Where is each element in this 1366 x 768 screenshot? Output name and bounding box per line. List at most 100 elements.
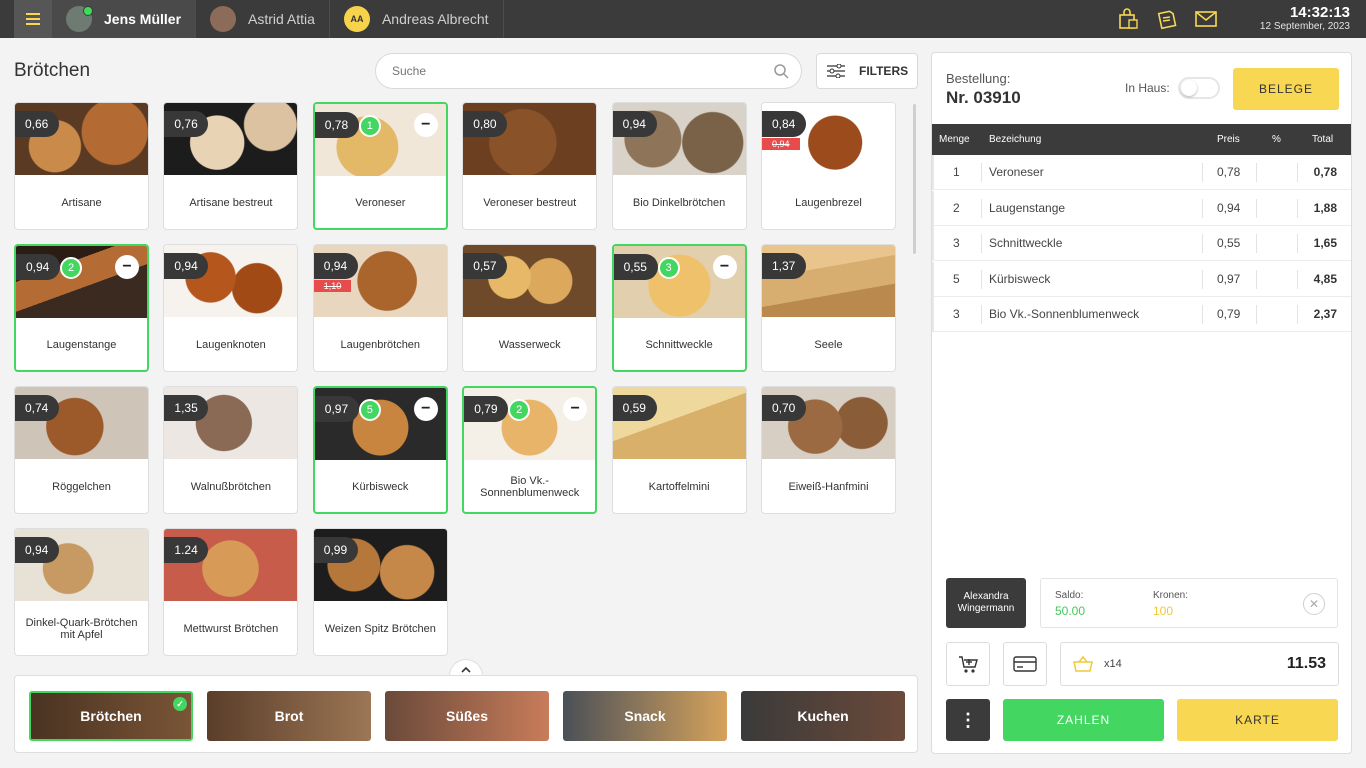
quantity-badge: 2 [60,257,82,279]
basket-icon [1073,655,1093,672]
search-icon[interactable] [773,63,789,79]
order-row[interactable]: 5 Kürbisweck 0,97 4,85 [932,261,1351,297]
more-options-button[interactable]: ⋮ [946,699,990,741]
product-card[interactable]: 0,97 5 − Kürbisweck [312,386,448,514]
order-row[interactable]: 2 Laugenstange 0,94 1,88 [932,190,1351,226]
col-percent: % [1272,134,1281,145]
order-row[interactable]: 3 Schnittweckle 0,55 1,65 [932,226,1351,261]
product-card[interactable]: 1,37 Seele [761,244,896,372]
divider [1297,305,1298,324]
category-tab[interactable]: Snack [563,691,727,741]
price-badge: 0,55 [613,254,658,280]
filters-button[interactable]: FILTERS [816,53,918,89]
kronen-value: 100 [1153,604,1174,618]
product-card[interactable]: 0,55 3 − Schnittweckle [611,244,747,372]
product-name: Veroneser bestreut [483,197,577,209]
card-payment-button[interactable] [1003,642,1047,686]
product-name: Wasserweck [498,339,561,351]
customer-button[interactable]: Alexandra Wingermann [946,578,1026,628]
product-name: Bio Vk.-Sonnenblumenweck [480,475,580,499]
product-card[interactable]: 0,79 2− Bio Vk.-Sonnenblumenweck [462,386,598,514]
product-card[interactable]: 0,74 Röggelchen [14,386,149,514]
row-name: Kürbisweck [989,271,1051,286]
divider [981,305,982,324]
divider [1297,269,1298,289]
product-card[interactable]: 0,76 Artisane bestreut [163,102,299,230]
avatar-initials: AA [350,14,364,24]
category-tab[interactable]: Kuchen [741,691,905,741]
divider [1297,198,1298,218]
product-card[interactable]: 0,94 1,10 Laugenbrötchen [312,244,448,372]
shopping-bag-icon [1118,8,1138,29]
minus-icon: − [421,116,431,133]
receipt-icon [1157,10,1176,30]
cart-plus-icon [959,656,978,673]
divider [1297,234,1298,253]
product-name: Laugenbrötchen [340,339,421,351]
check-icon: ✓ [173,697,187,711]
inhaus-toggle[interactable] [1178,77,1220,99]
category-tab[interactable]: Brot [207,691,371,741]
row-name: Schnittweckle [989,236,1063,250]
row-menge: 5 [953,271,960,286]
scrollbar[interactable] [913,104,916,254]
divider [1256,234,1257,253]
card-button[interactable]: KARTE [1177,699,1338,741]
user-tab-astrid[interactable]: Astrid Attia [196,0,330,38]
belege-button[interactable]: BELEGE [1233,68,1339,110]
row-name: Bio Vk.-Sonnenblumenweck [989,307,1140,321]
quantity-badge: 1 [358,115,381,137]
product-card[interactable]: 1.24 Mettwurst Brötchen [163,528,299,656]
pay-button[interactable]: ZAHLEN [1003,699,1164,741]
product-card[interactable]: 0,94 2 − Laugenstange [14,244,149,372]
minus-icon: − [122,258,132,275]
chevron-up-icon [461,666,471,673]
clock-time: 14:32:13 [1289,4,1350,21]
minus-icon: − [719,258,730,275]
row-preis: 0,94 [1217,200,1241,215]
product-card[interactable]: 0,59 Kartoffelmini [611,386,747,514]
user-tab-jens[interactable]: Jens Müller [52,0,197,38]
kronen-label: Kronen: [1153,590,1189,601]
product-card[interactable]: 0,94 Dinkel-Quark-Brötchen mit Apfel [14,528,149,656]
product-name: Artisane [61,197,102,209]
product-card[interactable]: 0,84 0,94 Laugenbrezel [761,102,896,230]
col-menge: Menge [939,134,970,145]
minus-icon: − [570,400,580,417]
product-card[interactable]: 0,94 Bio Dinkelbrötchen [611,102,747,230]
product-card[interactable]: 0,78 1 − Veroneser [312,102,448,230]
divider [981,163,982,182]
decrement-button[interactable]: − [563,397,588,421]
decrement-button[interactable]: − [712,255,737,279]
mail-button[interactable] [1193,7,1218,32]
receipt-button[interactable] [1154,7,1179,32]
add-to-cart-button[interactable] [946,642,990,686]
product-card[interactable]: 0,99 Weizen Spitz Brötchen [312,528,448,656]
order-row[interactable]: 3 Bio Vk.-Sonnenblumenweck 0,79 2,37 [932,297,1351,332]
product-card[interactable]: 1,35 Walnußbrötchen [163,386,299,514]
category-tab[interactable]: Brötchen ✓ [29,691,193,741]
decrement-button[interactable]: − [413,113,438,137]
row-menge: 2 [953,200,960,215]
row-name: Laugenstange [989,200,1066,215]
category-tab[interactable]: Süßes [385,691,549,741]
decrement-button[interactable]: − [115,255,139,279]
product-name: Kartoffelmini [648,481,710,493]
product-card[interactable]: 0,80 Veroneser bestreut [462,102,598,230]
close-icon[interactable]: ✕ [1303,593,1325,615]
shopping-bag-button[interactable] [1115,7,1140,32]
product-card[interactable]: 0,94 Laugenknoten [163,244,299,372]
order-row[interactable]: 1 Veroneser 0,78 0,78 [932,155,1351,190]
product-card[interactable]: 0,66 Artisane [14,102,149,230]
price-badge: 0,74 [15,395,59,421]
product-card[interactable]: 0,57 Wasserweck [462,244,598,372]
page-title: Brötchen [14,60,91,81]
menu-button[interactable] [14,0,52,38]
product-card[interactable]: 0,70 Eiweiß-Hanfmini [761,386,896,514]
search-input[interactable] [376,54,756,88]
user-tab-andreas[interactable]: AA Andreas Albrecht [330,0,504,38]
old-price: 0,94 [762,138,800,150]
order-total: x14 11.53 [1060,642,1339,686]
decrement-button[interactable]: − [413,397,438,421]
saldo-label: Saldo: [1055,590,1084,601]
